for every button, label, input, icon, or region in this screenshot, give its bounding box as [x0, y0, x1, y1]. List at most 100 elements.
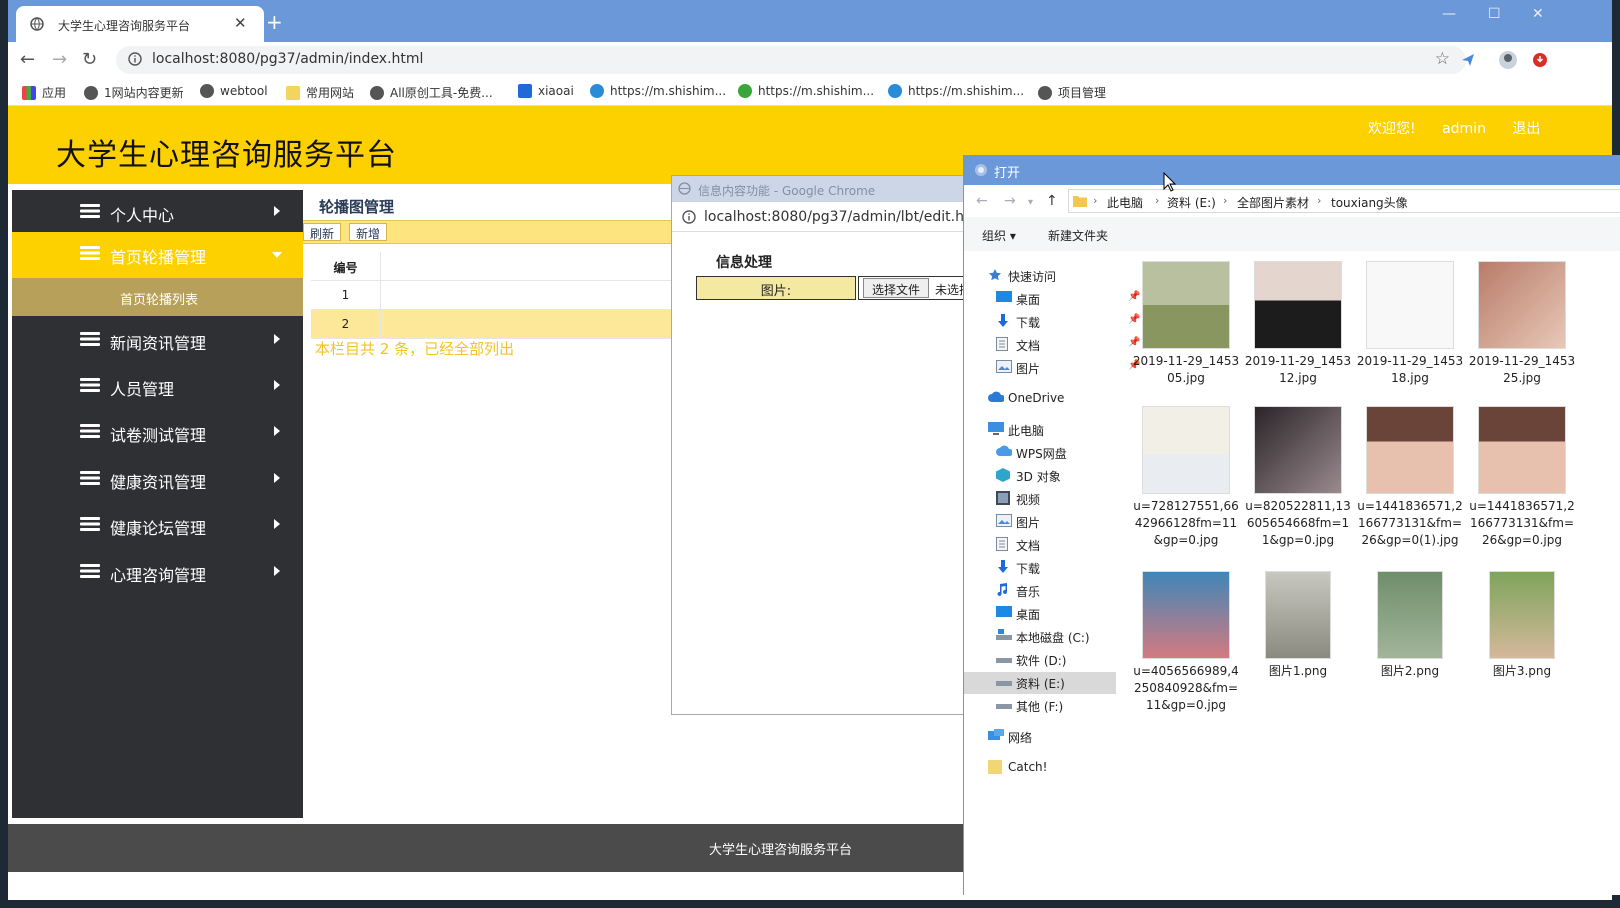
- tree-drive-e[interactable]: 资料 (E:): [964, 672, 1116, 694]
- tree-drive-c[interactable]: 本地磁盘 (C:): [992, 626, 1142, 648]
- sidebar-item-news[interactable]: 新闻资讯管理: [12, 318, 303, 364]
- path-segment[interactable]: 全部图片素材: [1237, 194, 1309, 211]
- menu-stack-icon: [80, 422, 100, 440]
- tree-onedrive[interactable]: OneDrive: [984, 388, 1134, 410]
- tree-downloads[interactable]: 下载 📌: [992, 311, 1142, 333]
- back-icon[interactable]: ←: [976, 193, 988, 209]
- sidebar-item-banner[interactable]: 首页轮播管理: [12, 232, 303, 278]
- forward-icon[interactable]: →: [52, 49, 67, 70]
- drive-icon: [996, 652, 1012, 666]
- minimize-icon[interactable]: —: [1442, 6, 1456, 22]
- bookmark-item[interactable]: https://m.shishim...: [590, 84, 726, 98]
- path-segment[interactable]: 资料 (E:): [1167, 194, 1216, 211]
- bookmark-apps[interactable]: 应用: [22, 84, 66, 101]
- avatar[interactable]: [1498, 50, 1518, 70]
- table-cell-id: 2: [311, 310, 381, 339]
- info-icon[interactable]: [128, 52, 142, 66]
- tree-this-pc[interactable]: 此电脑: [984, 419, 1134, 441]
- forward-icon[interactable]: →: [1004, 193, 1016, 209]
- tree-documents[interactable]: 文档 📌: [992, 334, 1142, 356]
- file-item[interactable]: u=4056566989,4250840928&fm=11&gp=0.jpg: [1132, 571, 1240, 714]
- organize-button[interactable]: 组织 ▾: [982, 227, 1016, 244]
- tree-quick-access[interactable]: 快速访问: [984, 265, 1134, 287]
- sidebar-item-personal-center[interactable]: 个人中心: [12, 190, 303, 236]
- tree-pictures[interactable]: 图片 📌: [992, 357, 1142, 379]
- bookmark-star-icon[interactable]: ☆: [1435, 49, 1450, 69]
- tree-pictures-pc[interactable]: 图片: [992, 511, 1142, 533]
- drive-icon: [996, 675, 1012, 689]
- sidebar-item-consult[interactable]: 心理咨询管理: [12, 550, 303, 596]
- popup-titlebar[interactable]: 信息内容功能 - Google Chrome: [672, 176, 972, 202]
- file-item[interactable]: u=1441836571,2166773131&fm=26&gp=0(1).jp…: [1356, 406, 1464, 549]
- dialog-navbar: ← → ▾ ↑ › 此电脑 › 资料 (E:) › 全部图片素材 › touxi…: [964, 185, 1620, 217]
- file-thumbnail: [1254, 261, 1342, 349]
- path-segment[interactable]: 此电脑: [1107, 194, 1143, 211]
- sidebar-item-health-news[interactable]: 健康资讯管理: [12, 457, 303, 503]
- file-item[interactable]: 2019-11-29_145305.jpg: [1132, 261, 1240, 387]
- choose-file-button[interactable]: 选择文件: [863, 278, 930, 298]
- file-item[interactable]: 图片3.png: [1468, 571, 1576, 680]
- reload-icon[interactable]: ↻: [82, 49, 97, 70]
- path-segment[interactable]: touxiang头像: [1331, 194, 1408, 211]
- back-icon[interactable]: ←: [20, 49, 35, 70]
- update-icon[interactable]: [1532, 52, 1548, 68]
- bookmark-folder[interactable]: 常用网站: [286, 84, 354, 101]
- bookmark-item[interactable]: 项目管理: [1038, 84, 1106, 101]
- tree-3d-objects[interactable]: 3D 对象: [992, 465, 1142, 487]
- close-window-icon[interactable]: ✕: [1532, 6, 1544, 22]
- file-item[interactable]: 2019-11-29_145325.jpg: [1468, 261, 1576, 387]
- refresh-button[interactable]: 刷新: [303, 223, 342, 241]
- sidebar-item-exam[interactable]: 试卷测试管理: [12, 410, 303, 456]
- bookmark-item[interactable]: https://m.shishim...: [738, 84, 874, 98]
- up-arrow-icon[interactable]: ↑: [1046, 193, 1058, 209]
- bookmark-item[interactable]: 1网站内容更新: [84, 84, 184, 101]
- tree-desktop-pc[interactable]: 桌面: [992, 603, 1142, 625]
- dialog-titlebar[interactable]: 打开: [964, 155, 1620, 185]
- download-icon: [996, 314, 1012, 328]
- new-folder-button[interactable]: 新建文件夹: [1048, 227, 1108, 244]
- extension-icon[interactable]: [1460, 52, 1476, 68]
- document-icon: [996, 537, 1012, 551]
- address-bar[interactable]: localhost:8080/pg37/admin/index.html ☆: [116, 46, 1466, 74]
- new-tab-icon[interactable]: +: [266, 10, 283, 34]
- tree-documents-pc[interactable]: 文档: [992, 534, 1142, 556]
- file-item[interactable]: 2019-11-29_145318.jpg: [1356, 261, 1464, 387]
- file-item[interactable]: u=820522811,13605654668fm=11&gp=0.jpg: [1244, 406, 1352, 549]
- desktop-icon: [996, 291, 1012, 305]
- file-input[interactable]: 选择文件 未选择: [858, 276, 978, 300]
- maximize-icon[interactable]: ☐: [1488, 6, 1501, 22]
- file-item[interactable]: 图片1.png: [1244, 571, 1352, 680]
- menu-stack-icon: [80, 469, 100, 487]
- tree-desktop[interactable]: 桌面 📌: [992, 288, 1142, 310]
- chrome-icon: [974, 163, 988, 177]
- file-item[interactable]: 图片2.png: [1356, 571, 1464, 680]
- tree-music[interactable]: 音乐: [992, 580, 1142, 602]
- file-item[interactable]: 2019-11-29_145312.jpg: [1244, 261, 1352, 387]
- bookmark-item[interactable]: All原创工具-免费...: [370, 84, 493, 101]
- popup-window: 信息内容功能 - Google Chrome localhost:8080/pg…: [671, 175, 983, 715]
- path-bar[interactable]: › 此电脑 › 资料 (E:) › 全部图片素材 › touxiang头像: [1068, 189, 1620, 213]
- file-item[interactable]: u=1441836571,2166773131&fm=26&gp=0.jpg: [1468, 406, 1576, 549]
- tree-videos[interactable]: 视频: [992, 488, 1142, 510]
- popup-url: localhost:8080/pg37/admin/lbt/edit.htm: [704, 209, 984, 225]
- browser-tab[interactable]: 大学生心理咨询服务平台 ✕: [16, 6, 264, 42]
- add-button[interactable]: 新增: [349, 223, 388, 241]
- bookmark-item[interactable]: webtool: [200, 84, 268, 98]
- cloud-icon: [988, 391, 1004, 405]
- chevron-down-icon[interactable]: ▾: [1028, 197, 1033, 208]
- tree-catch-folder[interactable]: Catch!: [984, 757, 1134, 779]
- sidebar-item-forum[interactable]: 健康论坛管理: [12, 503, 303, 549]
- sidebar-subitem-banner-list[interactable]: 首页轮播列表: [12, 278, 303, 316]
- bookmark-item[interactable]: https://m.shishim...: [888, 84, 1024, 98]
- tree-downloads-pc[interactable]: 下载: [992, 557, 1142, 579]
- sidebar-item-people[interactable]: 人员管理: [12, 364, 303, 410]
- user-link[interactable]: admin: [1442, 121, 1486, 137]
- logout-link[interactable]: 退出: [1512, 121, 1540, 137]
- tree-drive-f[interactable]: 其他 (F:): [992, 695, 1142, 717]
- tree-drive-d[interactable]: 软件 (D:): [992, 649, 1142, 671]
- file-item[interactable]: u=728127551,6642966128fm=11&gp=0.jpg: [1132, 406, 1240, 549]
- tree-network[interactable]: 网络: [984, 726, 1134, 748]
- close-tab-icon[interactable]: ✕: [234, 14, 247, 32]
- bookmark-item[interactable]: xiaoai: [518, 84, 574, 98]
- tree-wps[interactable]: WPS网盘: [992, 442, 1142, 464]
